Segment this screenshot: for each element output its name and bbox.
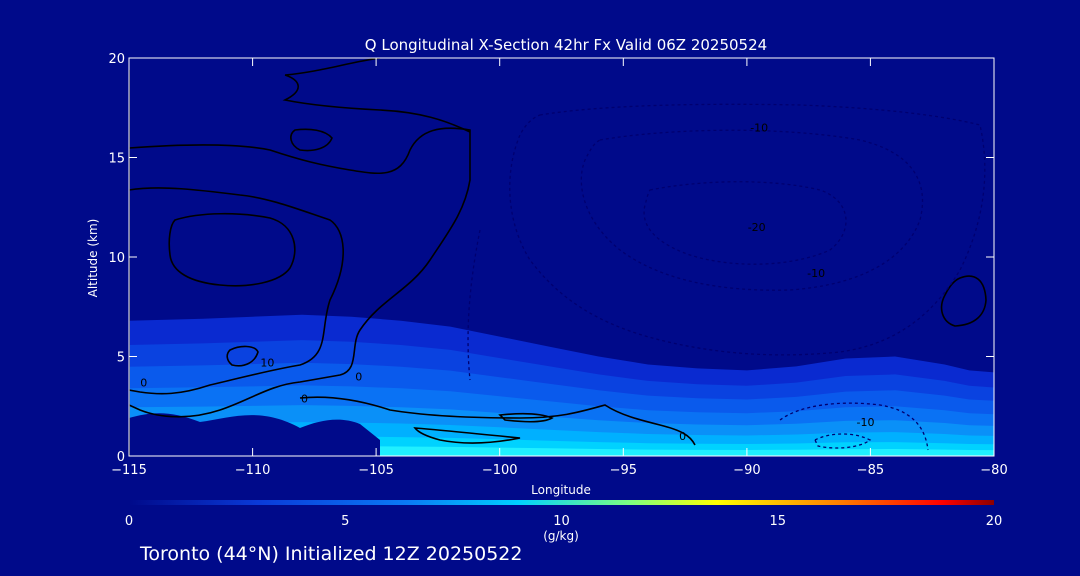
colorbar-tick-label: 20 — [986, 514, 1003, 529]
colorbar-tick-label: 0 — [125, 514, 133, 529]
contour-line — [282, 58, 471, 133]
contour-label: 0 — [355, 370, 362, 383]
y-axis-label: Altitude (km) — [86, 219, 100, 298]
contour-line — [290, 128, 333, 152]
y-tick-label: 20 — [108, 52, 125, 67]
contour-line — [940, 275, 987, 327]
colorbar-tick-label: 5 — [341, 514, 349, 529]
colorbar — [129, 500, 994, 505]
x-tick-label: −90 — [733, 463, 760, 478]
contour-label: 10 — [260, 356, 274, 369]
x-axis-label: Longitude — [531, 483, 591, 497]
colorbar-units-label: (g/kg) — [543, 529, 579, 543]
contour-label: -10 — [750, 122, 768, 135]
colorbar-ticks: 0 5 10 15 20 — [125, 514, 1002, 529]
chart-figure: Q Longitudinal X-Section 42hr Fx Valid 0… — [86, 36, 1008, 543]
x-tick-label: −105 — [358, 463, 394, 478]
y-tick-label: 5 — [117, 351, 125, 366]
colorbar-tick-label: 15 — [770, 514, 787, 529]
x-tick-label: −110 — [235, 463, 271, 478]
contour-line — [168, 212, 296, 287]
x-tick-label: −115 — [111, 463, 147, 478]
x-tick-label: −100 — [482, 463, 518, 478]
contour-label: -10 — [857, 416, 875, 429]
contour-label: -10 — [807, 267, 825, 280]
contour-label: 0 — [301, 392, 308, 405]
y-tick-label: 15 — [108, 152, 125, 167]
moisture-fill — [129, 314, 994, 456]
contour-line — [643, 181, 847, 265]
colorbar-tick-label: 10 — [553, 514, 570, 529]
contour-line — [580, 129, 924, 291]
y-tick-label: 10 — [108, 251, 125, 266]
station-init-label: Toronto (44°N) Initialized 12Z 20250522 — [140, 543, 523, 565]
chart-title: Q Longitudinal X-Section 42hr Fx Valid 0… — [365, 36, 767, 54]
contour-label: 0 — [140, 376, 147, 389]
x-tick-label: −80 — [980, 463, 1007, 478]
contour-label: 0 — [679, 430, 686, 443]
x-tick-label: −85 — [857, 463, 884, 478]
y-tick-label: 0 — [117, 450, 125, 465]
x-tick-label: −95 — [610, 463, 637, 478]
contour-label: -20 — [748, 221, 766, 234]
plot-area: -10 -20 -10 0 0 0 10 0 -10 — [129, 58, 994, 456]
